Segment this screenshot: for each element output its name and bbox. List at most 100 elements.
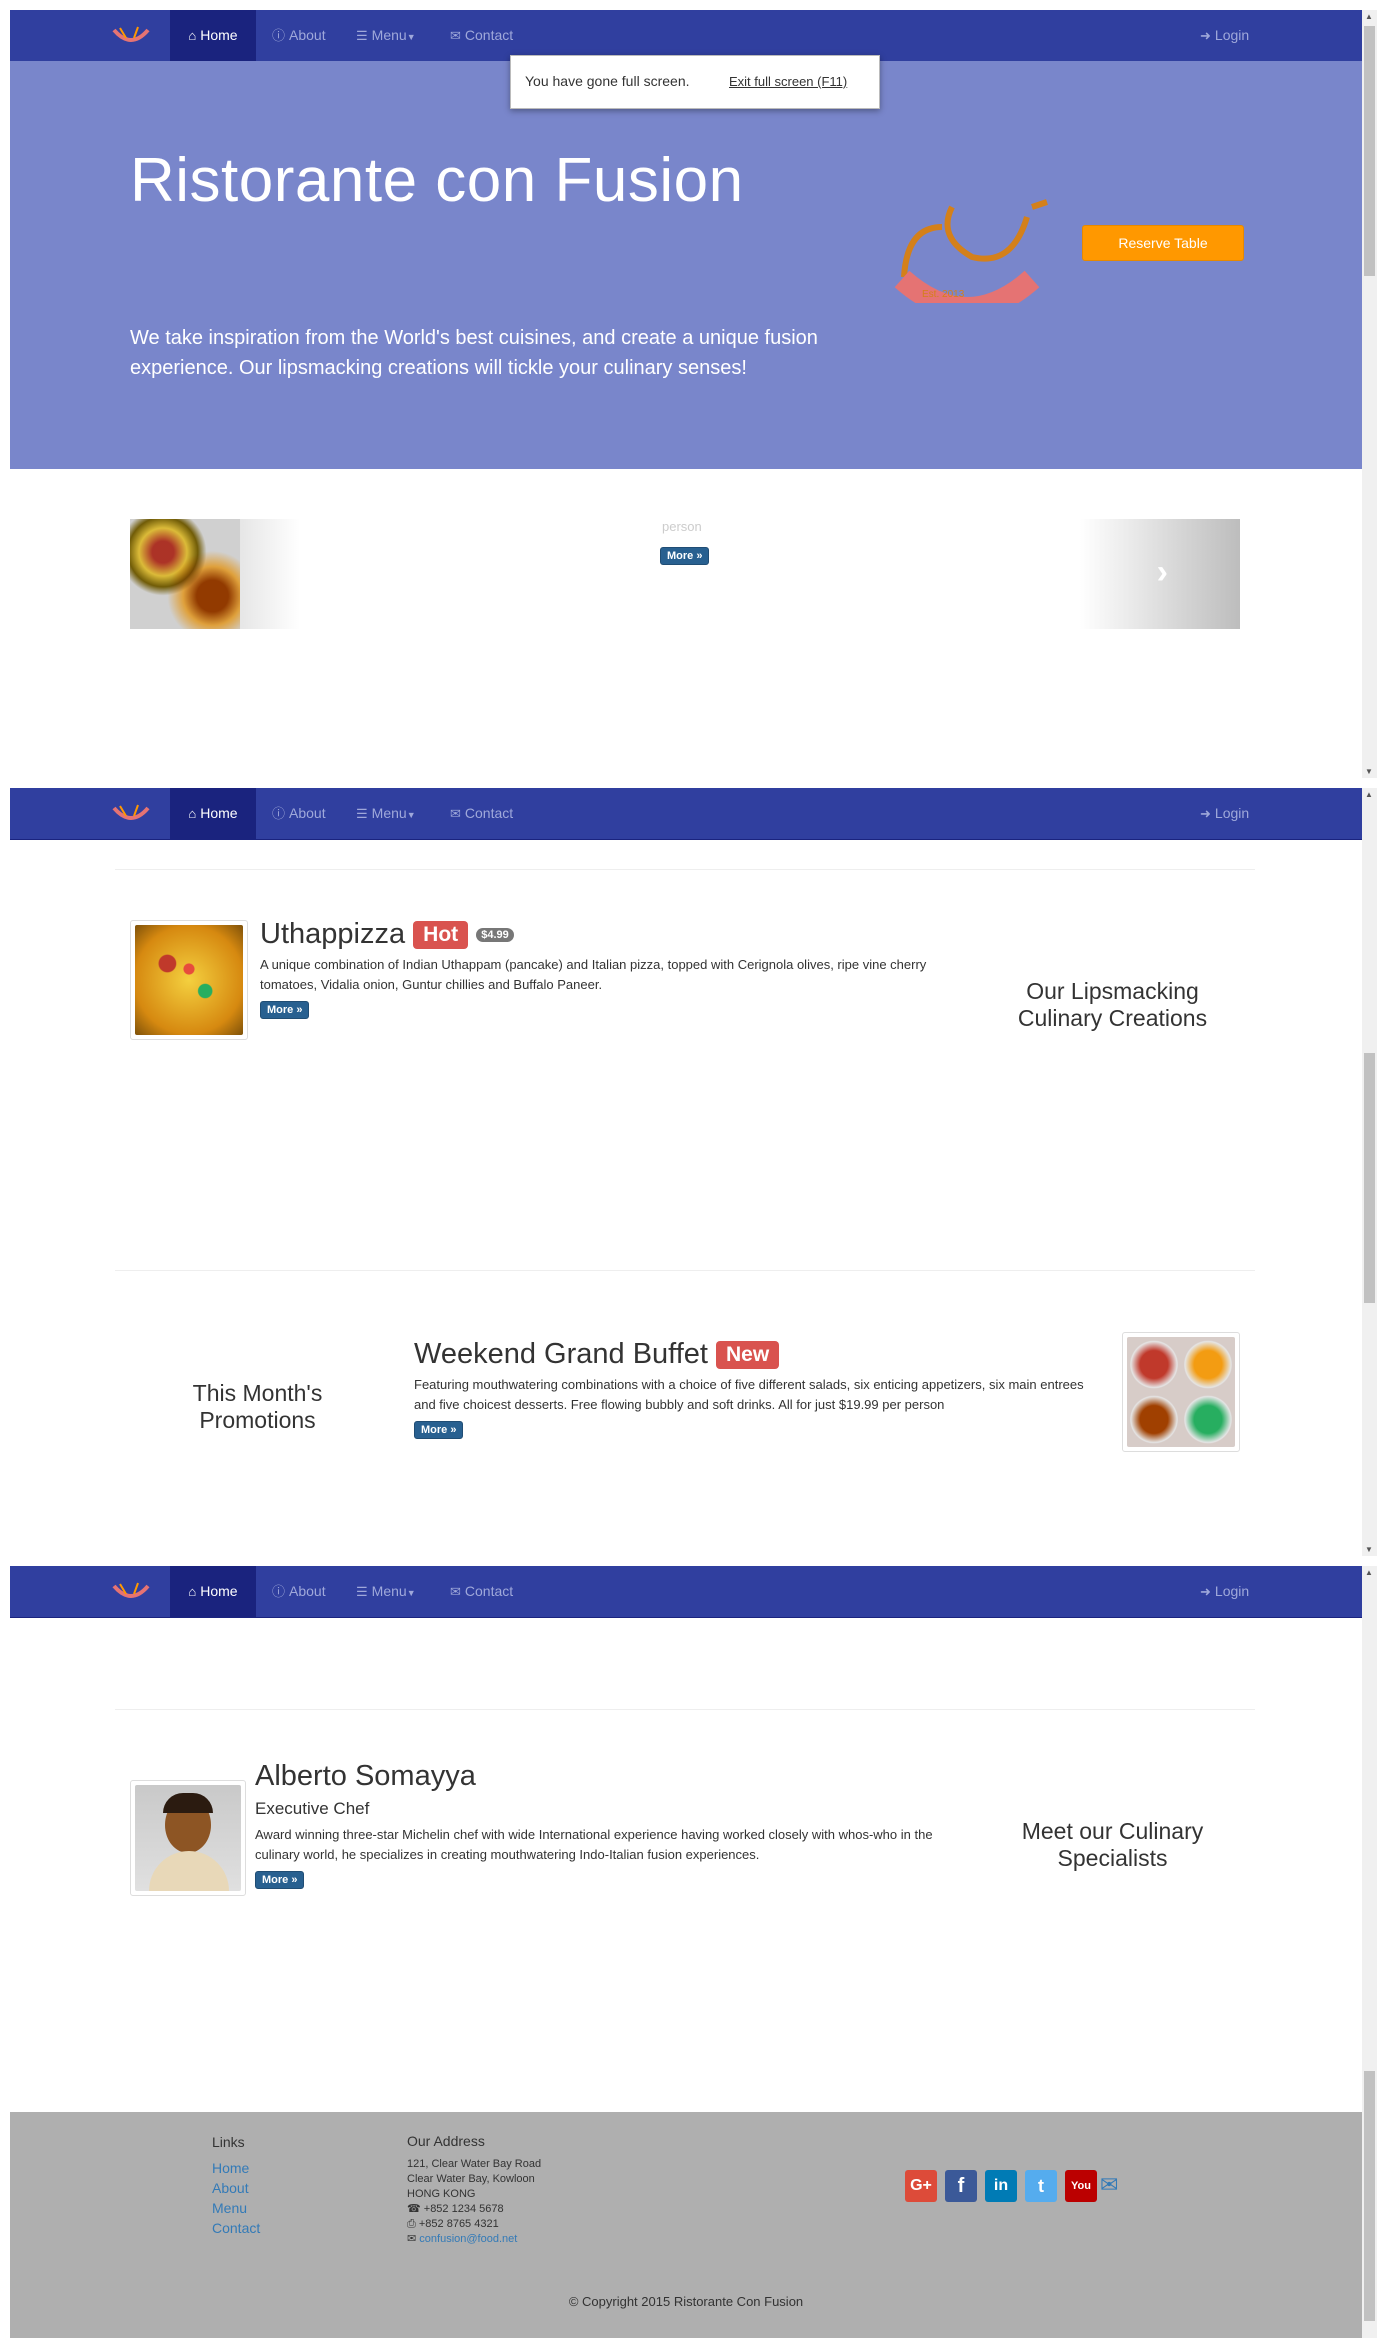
info-icon: ⓘ [272, 806, 286, 821]
caret-down-icon: ▼ [406, 810, 416, 820]
leader-more-button[interactable]: More » [255, 1871, 305, 1889]
nav-login[interactable]: ➜ Login [1200, 1566, 1249, 1617]
nav-login[interactable]: ➜ Login [1200, 788, 1249, 839]
carousel-next-control[interactable]: › [1080, 519, 1240, 629]
scrollbar-thumb[interactable] [1364, 2071, 1375, 2321]
home-icon: ⌂ [188, 28, 197, 43]
envelope-icon: ✉ [450, 806, 461, 821]
hot-badge: Hot [413, 921, 469, 950]
nav-contact[interactable]: ✉ Contact [450, 788, 513, 839]
scrollbar[interactable]: ▲ ▼ [1362, 788, 1377, 1556]
nav-contact[interactable]: ✉ Contact [450, 10, 513, 61]
scrollbar[interactable]: ▲ [1362, 1566, 1377, 2338]
footer-link-about[interactable]: About [212, 2178, 260, 2198]
promotion-description: Featuring mouthwatering combinations wit… [414, 1377, 1084, 1412]
carousel-left-fade[interactable] [240, 519, 300, 629]
dish-thumbnail [130, 920, 248, 1040]
nav-home[interactable]: ⌂ Home [170, 788, 256, 839]
scroll-up-icon[interactable]: ▲ [1365, 12, 1373, 21]
envelope-icon: ✉ [407, 2233, 417, 2245]
dish-body: Uthappizza Hot $4.99 A unique combinatio… [260, 918, 960, 1019]
promotion-name: Weekend Grand Buffet [414, 1338, 708, 1370]
nav-login[interactable]: ➜ Login [1200, 10, 1249, 61]
footer-link-home[interactable]: Home [212, 2158, 260, 2178]
scrollbar-thumb[interactable] [1364, 1053, 1375, 1303]
dish-description: A unique combination of Indian Uthappam … [260, 957, 927, 992]
promotion-more-button[interactable]: More » [414, 1421, 464, 1439]
facebook-icon[interactable]: f [945, 2170, 977, 2202]
promotion-title: Weekend Grand Buffet New [414, 1338, 1104, 1371]
scroll-up-icon[interactable]: ▲ [1365, 1568, 1373, 1577]
address-line: HONG KONG [407, 2188, 476, 2200]
footer-links-heading: Links [212, 2134, 245, 2150]
exit-fullscreen-link[interactable]: Exit full screen (F11) [729, 74, 847, 89]
jumbotron-text: We take inspiration from the World's bes… [130, 327, 818, 379]
new-badge: New [716, 1341, 780, 1370]
divider [115, 869, 1255, 870]
brand-logo-icon[interactable] [110, 24, 152, 48]
footer-link-contact[interactable]: Contact [212, 2218, 260, 2238]
carousel-more-button[interactable]: More » [660, 547, 710, 565]
footer: Links Home About Menu Contact Our Addres… [10, 2112, 1362, 2338]
carousel-image [130, 519, 240, 629]
nav-menu[interactable]: ☰ Menu▼ [356, 10, 416, 61]
nav-contact[interactable]: ✉ Contact [450, 1566, 513, 1617]
nav-menu[interactable]: ☰ Menu▼ [356, 1566, 416, 1617]
google-plus-icon[interactable]: G+ [905, 2170, 937, 2202]
leader-photo [135, 1785, 241, 1891]
nav-about[interactable]: ⓘ About [272, 788, 326, 839]
nav-about[interactable]: ⓘ About [272, 1566, 326, 1617]
leader-description: Award winning three-star Michelin chef w… [255, 1827, 933, 1862]
info-icon: ⓘ [272, 28, 286, 43]
scroll-down-icon[interactable]: ▼ [1365, 1545, 1373, 1554]
fax-icon: ⎙ [407, 2218, 416, 2230]
home-icon: ⌂ [188, 806, 197, 821]
twitter-icon[interactable]: t [1025, 2170, 1057, 2202]
caret-down-icon: ▼ [406, 32, 416, 42]
scrollbar[interactable]: ▲ ▼ [1362, 10, 1377, 778]
scrollbar-thumb[interactable] [1364, 26, 1375, 276]
leader-section-title: Meet our Culinary Specialists [1021, 1818, 1204, 1871]
scroll-up-icon[interactable]: ▲ [1365, 790, 1373, 799]
footer-address: Our Address 121, Clear Water Bay Road Cl… [407, 2134, 541, 2247]
phone-icon: ☎ [407, 2203, 421, 2215]
brand-logo-icon[interactable] [110, 1580, 152, 1604]
divider [115, 1709, 1255, 1710]
fullscreen-notice: You have gone full screen. Exit full scr… [510, 55, 880, 109]
logo-year: Est. 2013 [922, 289, 965, 300]
reserve-table-button[interactable]: Reserve Table [1082, 225, 1244, 261]
promotion-section-title: This Month's Promotions [192, 1380, 323, 1433]
address-line: Clear Water Bay, Kowloon [407, 2173, 535, 2185]
promotion-body: Weekend Grand Buffet New Featuring mouth… [414, 1338, 1104, 1439]
login-icon: ➜ [1200, 806, 1211, 821]
navbar: ⌂ Home ⓘ About ☰ Menu▼ ✉ Contact ➜ Login [10, 788, 1362, 840]
dish-more-button[interactable]: More » [260, 1001, 310, 1019]
dish-name: Uthappizza [260, 918, 406, 950]
scroll-down-icon[interactable]: ▼ [1365, 767, 1373, 776]
jumbotron-title: Ristorante con Fusion [130, 146, 744, 215]
carousel-caption: person [662, 519, 702, 534]
footer-link-menu[interactable]: Menu [212, 2198, 260, 2218]
nav-about[interactable]: ⓘ About [272, 10, 326, 61]
leader-name: Alberto Somayya [255, 1760, 476, 1792]
nav-home[interactable]: ⌂ Home [170, 10, 256, 61]
nav-home[interactable]: ⌂ Home [170, 1566, 256, 1617]
youtube-icon[interactable]: You [1065, 2170, 1097, 2202]
footer-phone: ☎ +852 1234 5678 [407, 2203, 504, 2215]
home-icon: ⌂ [188, 1584, 197, 1599]
divider [115, 1270, 1255, 1271]
promotion-image [1127, 1337, 1235, 1447]
dish-section-title: Our Lipsmacking Culinary Creations [1017, 978, 1208, 1031]
envelope-icon[interactable]: ✉ [1100, 2172, 1118, 2198]
envelope-icon: ✉ [450, 1584, 461, 1599]
carousel: person More » › [130, 519, 1240, 629]
leader-thumbnail [130, 1780, 246, 1896]
fullscreen-message: You have gone full screen. [525, 73, 690, 89]
price-badge: $4.99 [476, 928, 514, 943]
leader-body: Alberto Somayya Executive Chef Award win… [255, 1760, 945, 1889]
brand-logo-icon[interactable] [110, 802, 152, 826]
footer-fax: ⎙ +852 8765 4321 [407, 2218, 499, 2230]
address-line: 121, Clear Water Bay Road [407, 2158, 542, 2170]
nav-menu[interactable]: ☰ Menu▼ [356, 788, 416, 839]
linkedin-icon[interactable]: in [985, 2170, 1017, 2202]
